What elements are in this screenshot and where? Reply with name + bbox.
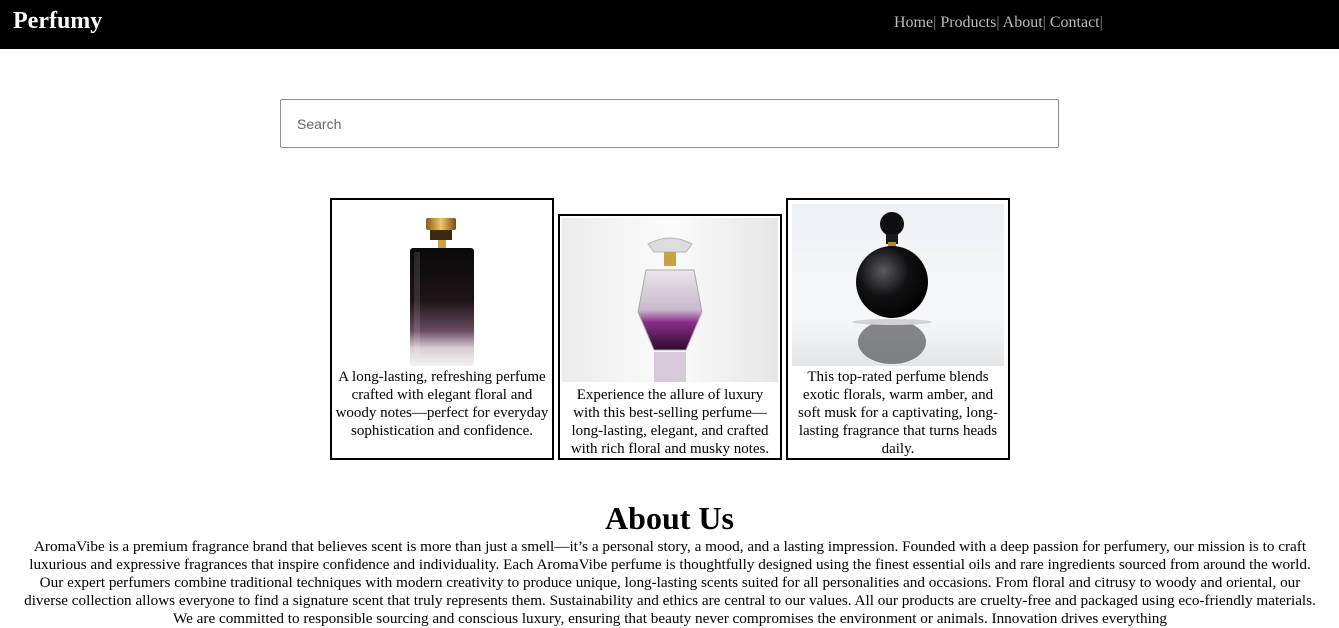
product-card[interactable]: Experience the allure of luxury with thi… [558,214,782,460]
nav-link-home[interactable]: Home [894,14,933,31]
about-heading: About Us [605,500,734,536]
perfume-image-purple-bottle [562,218,778,382]
nav-separator: | [933,14,937,31]
product-description: A long-lasting, refreshing perfume craft… [335,369,549,439]
perfume-image-round-bottle [792,204,1004,366]
brand-logo[interactable]: Perfumy [13,6,102,36]
top-navbar: Perfumy Home| Products| About| Contact| [0,0,1339,49]
nav-separator: | [1099,14,1103,31]
nav-link-contact[interactable]: Contact [1050,14,1100,31]
perfume-image-black-bottle [336,204,548,366]
search-input[interactable] [281,100,1058,147]
nav-link-about[interactable]: About [1003,14,1043,31]
about-paragraph: AromaVibe is a premium fragrance brand t… [24,538,1316,627]
product-description: Experience the allure of luxury with thi… [570,387,770,457]
product-description: This top-rated perfume blends exotic flo… [798,369,998,457]
product-card[interactable]: This top-rated perfume blends exotic flo… [786,198,1010,460]
search-box [280,99,1059,148]
nav-separator: | [996,14,1000,31]
main-nav: Home| Products| About| Contact| [894,13,1103,33]
product-card[interactable]: A long-lasting, refreshing perfume craft… [330,198,554,460]
nav-link-products[interactable]: Products [940,14,996,31]
nav-separator: | [1042,14,1046,31]
